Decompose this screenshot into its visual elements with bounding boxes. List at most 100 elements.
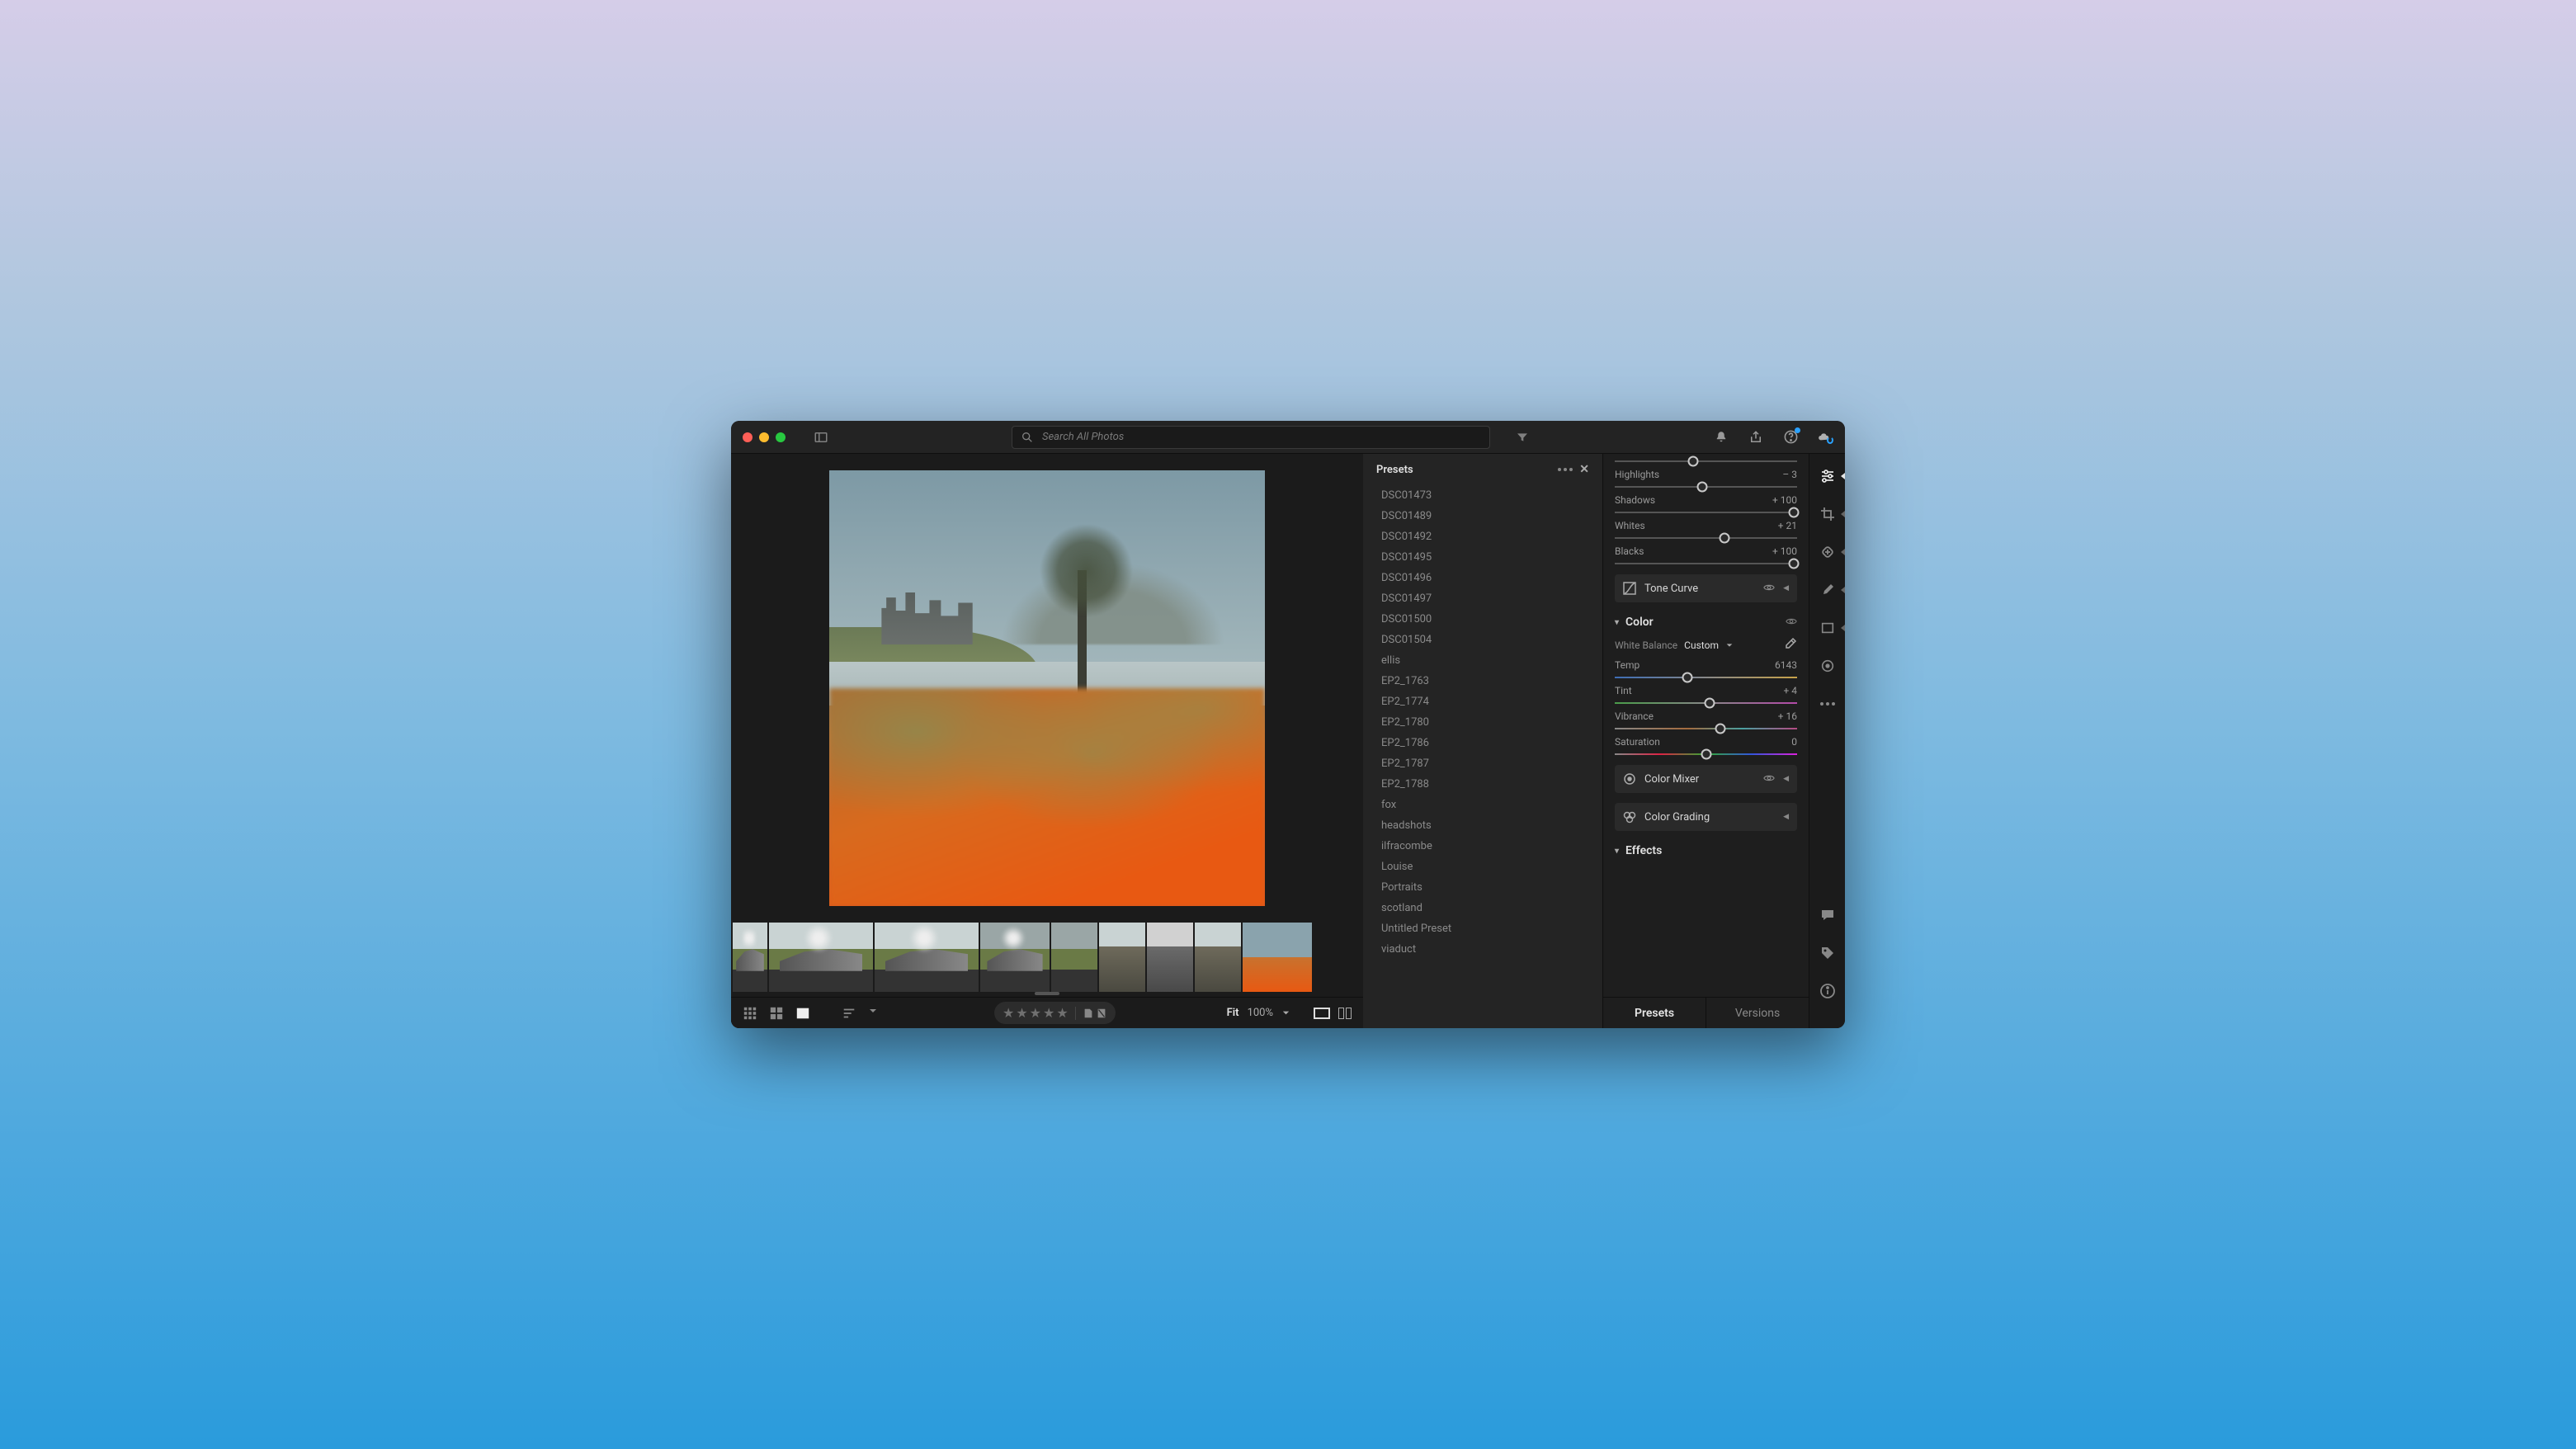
view-grid-small-icon[interactable] bbox=[743, 1006, 757, 1021]
thumb[interactable] bbox=[769, 923, 873, 992]
search-input[interactable] bbox=[1042, 431, 1481, 443]
preset-item[interactable]: EP2_1774 bbox=[1376, 691, 1589, 712]
preset-item[interactable]: fox bbox=[1376, 795, 1589, 815]
slider-highlights[interactable]: Highlights– 3 bbox=[1615, 469, 1797, 488]
star-5[interactable]: ★ bbox=[1056, 1005, 1068, 1021]
search-field[interactable] bbox=[1012, 426, 1490, 449]
preset-item[interactable]: headshots bbox=[1376, 815, 1589, 836]
photo-canvas[interactable] bbox=[731, 454, 1363, 923]
help-icon[interactable] bbox=[1782, 429, 1799, 446]
slider-contrast[interactable] bbox=[1615, 460, 1797, 462]
slider-whites[interactable]: Whites+ 21 bbox=[1615, 520, 1797, 539]
grading-expand-icon[interactable]: ◀ bbox=[1783, 813, 1789, 821]
filter-icon[interactable] bbox=[1515, 430, 1530, 445]
preset-item[interactable]: EP2_1787 bbox=[1376, 753, 1589, 774]
presets-menu-icon[interactable] bbox=[1558, 468, 1573, 471]
star-4[interactable]: ★ bbox=[1043, 1005, 1054, 1021]
sort-icon[interactable] bbox=[842, 1006, 856, 1021]
slider-saturation[interactable]: Saturation0 bbox=[1615, 736, 1797, 755]
thumb[interactable] bbox=[980, 923, 1050, 992]
notifications-icon[interactable] bbox=[1713, 429, 1729, 446]
thumb[interactable] bbox=[1195, 923, 1241, 992]
preset-item[interactable]: DSC01496 bbox=[1376, 568, 1589, 588]
tool-radial-gradient-icon[interactable] bbox=[1819, 657, 1837, 675]
zoom-fit-label[interactable]: Fit bbox=[1227, 1007, 1239, 1019]
mixer-expand-icon[interactable]: ◀ bbox=[1783, 775, 1789, 783]
thumb[interactable] bbox=[1147, 923, 1193, 992]
wb-chevron-icon[interactable] bbox=[1725, 641, 1734, 649]
thumb[interactable] bbox=[875, 923, 979, 992]
preset-item[interactable]: EP2_1786 bbox=[1376, 733, 1589, 753]
eyedropper-icon[interactable] bbox=[1784, 637, 1797, 653]
preset-list[interactable]: DSC01473DSC01489DSC01492DSC01495DSC01496… bbox=[1363, 485, 1602, 1028]
tone-curve-expand-icon[interactable]: ◀ bbox=[1783, 584, 1789, 592]
preset-item[interactable]: DSC01495 bbox=[1376, 547, 1589, 568]
star-1[interactable]: ★ bbox=[1003, 1005, 1014, 1021]
preset-item[interactable]: ellis bbox=[1376, 650, 1589, 671]
section-effects[interactable]: ▾ Effects bbox=[1615, 844, 1797, 857]
section-color[interactable]: ▾ Color bbox=[1615, 616, 1797, 629]
cloud-sync-icon[interactable] bbox=[1817, 429, 1833, 446]
star-3[interactable]: ★ bbox=[1030, 1005, 1041, 1021]
preset-item[interactable]: DSC01504 bbox=[1376, 630, 1589, 650]
preset-item[interactable]: DSC01473 bbox=[1376, 485, 1589, 506]
preset-item[interactable]: DSC01489 bbox=[1376, 506, 1589, 526]
preset-item[interactable]: EP2_1788 bbox=[1376, 774, 1589, 795]
slider-vibrance[interactable]: Vibrance+ 16 bbox=[1615, 710, 1797, 729]
color-mixer-row[interactable]: Color Mixer ◀ bbox=[1615, 765, 1797, 793]
tool-crop-icon[interactable] bbox=[1819, 505, 1837, 523]
zoom-window[interactable] bbox=[776, 432, 786, 442]
keywords-icon[interactable] bbox=[1819, 944, 1837, 962]
sort-chevron-icon[interactable] bbox=[868, 1006, 883, 1021]
tone-curve-visibility-icon[interactable] bbox=[1763, 583, 1775, 595]
color-grading-row[interactable]: Color Grading ◀ bbox=[1615, 803, 1797, 831]
zoom-chevron-icon[interactable] bbox=[1281, 1008, 1290, 1017]
panels-toggle-icon[interactable] bbox=[814, 430, 828, 445]
preset-item[interactable]: scotland bbox=[1376, 898, 1589, 918]
filmstrip-grabber[interactable] bbox=[731, 992, 1363, 997]
preset-item[interactable]: ilfracombe bbox=[1376, 836, 1589, 857]
presets-close-icon[interactable]: ✕ bbox=[1579, 463, 1589, 476]
tool-heal-icon[interactable] bbox=[1819, 543, 1837, 561]
view-grid-icon[interactable] bbox=[769, 1006, 784, 1021]
mixer-visibility-icon[interactable] bbox=[1763, 773, 1775, 786]
flag-pick-icon[interactable] bbox=[1083, 1008, 1094, 1019]
fit-original-icon[interactable] bbox=[1314, 1008, 1330, 1019]
thumb[interactable] bbox=[733, 923, 767, 992]
flag-reject-icon[interactable] bbox=[1096, 1008, 1107, 1019]
tool-more-icon[interactable] bbox=[1819, 695, 1837, 713]
comments-icon[interactable] bbox=[1819, 906, 1837, 924]
tool-brush-icon[interactable] bbox=[1819, 581, 1837, 599]
thumb[interactable] bbox=[1051, 923, 1097, 992]
preset-item[interactable]: EP2_1763 bbox=[1376, 671, 1589, 691]
preset-item[interactable]: DSC01497 bbox=[1376, 588, 1589, 609]
tool-edit-icon[interactable] bbox=[1819, 467, 1837, 485]
preset-item[interactable]: Untitled Preset bbox=[1376, 918, 1589, 939]
thumb-selected[interactable] bbox=[1243, 923, 1312, 992]
info-icon[interactable] bbox=[1819, 982, 1837, 1000]
share-icon[interactable] bbox=[1748, 429, 1764, 446]
star-2[interactable]: ★ bbox=[1016, 1005, 1027, 1021]
filmstrip[interactable] bbox=[731, 923, 1363, 997]
tool-linear-gradient-icon[interactable] bbox=[1819, 619, 1837, 637]
tab-presets[interactable]: Presets bbox=[1603, 998, 1706, 1028]
view-single-icon[interactable] bbox=[795, 1006, 810, 1021]
slider-blacks[interactable]: Blacks+ 100 bbox=[1615, 545, 1797, 564]
minimize-window[interactable] bbox=[759, 432, 769, 442]
tab-versions[interactable]: Versions bbox=[1706, 998, 1809, 1028]
preset-item[interactable]: DSC01492 bbox=[1376, 526, 1589, 547]
zoom-value[interactable]: 100% bbox=[1248, 1007, 1273, 1019]
tone-curve-row[interactable]: Tone Curve ◀ bbox=[1615, 574, 1797, 602]
preset-item[interactable]: DSC01500 bbox=[1376, 609, 1589, 630]
thumb[interactable] bbox=[1099, 923, 1145, 992]
close-window[interactable] bbox=[743, 432, 753, 442]
slider-temp[interactable]: Temp6143 bbox=[1615, 659, 1797, 678]
preset-item[interactable]: EP2_1780 bbox=[1376, 712, 1589, 733]
compare-icon[interactable] bbox=[1338, 1008, 1352, 1019]
preset-item[interactable]: Portraits bbox=[1376, 877, 1589, 898]
slider-tint[interactable]: Tint+ 4 bbox=[1615, 685, 1797, 704]
preset-item[interactable]: viaduct bbox=[1376, 939, 1589, 960]
preset-item[interactable]: Louise bbox=[1376, 857, 1589, 877]
slider-shadows[interactable]: Shadows+ 100 bbox=[1615, 494, 1797, 513]
color-visibility-icon[interactable] bbox=[1786, 616, 1797, 629]
